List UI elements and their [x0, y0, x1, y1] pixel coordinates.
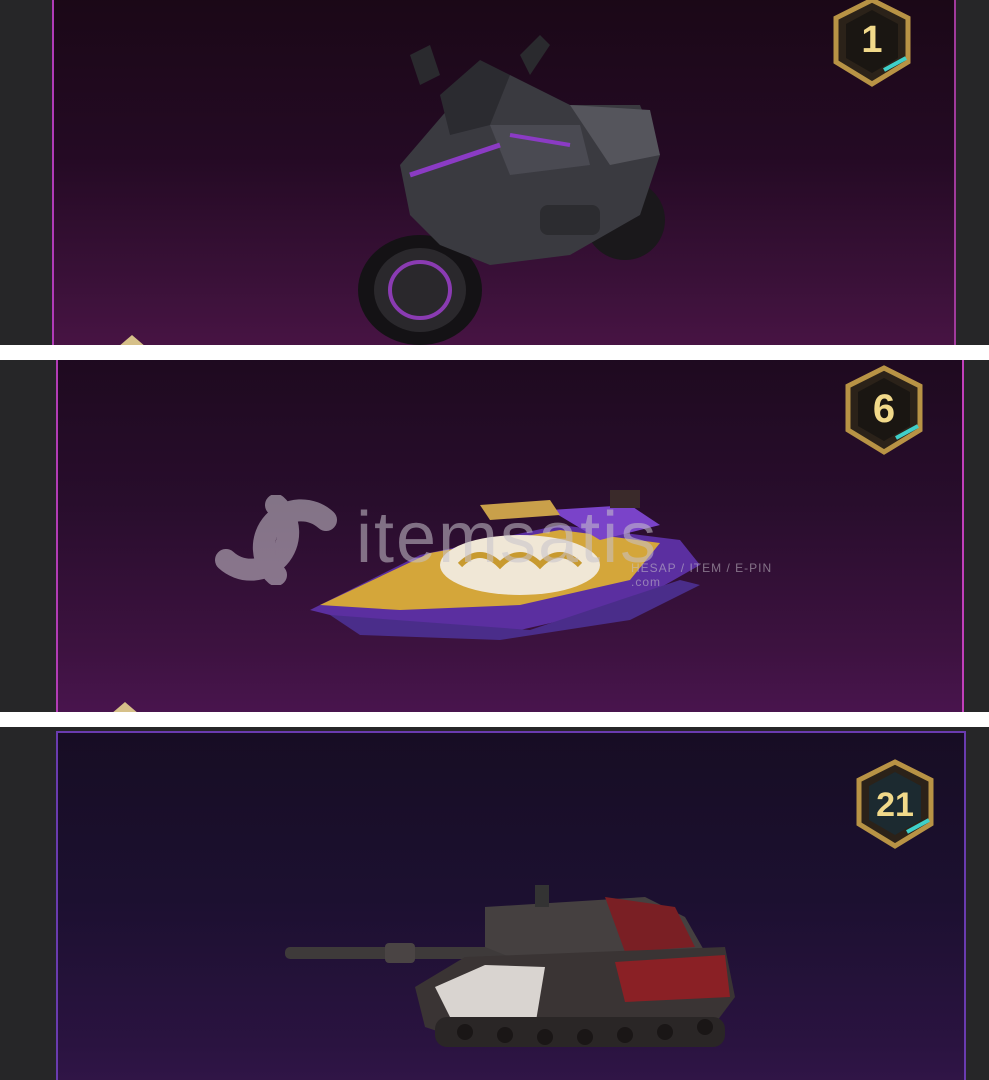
motorcycle-icon: [358, 35, 665, 345]
level-badge-1: 1: [833, 0, 911, 87]
svg-text:1: 1: [861, 19, 882, 61]
level-badge-2: 6: [845, 365, 923, 455]
tank-icon: [285, 885, 735, 1047]
item-panel-3: 21: [0, 727, 989, 1080]
corner-marker-icon: [120, 335, 144, 345]
jet-ski-icon: [310, 490, 700, 640]
svg-text:6: 6: [873, 387, 895, 431]
svg-text:21: 21: [876, 786, 914, 824]
level-badge-3: 21: [856, 759, 934, 849]
item-panel-1: 1: [0, 0, 989, 345]
corner-marker-icon: [113, 702, 137, 712]
item-panel-2: 6: [0, 360, 989, 712]
